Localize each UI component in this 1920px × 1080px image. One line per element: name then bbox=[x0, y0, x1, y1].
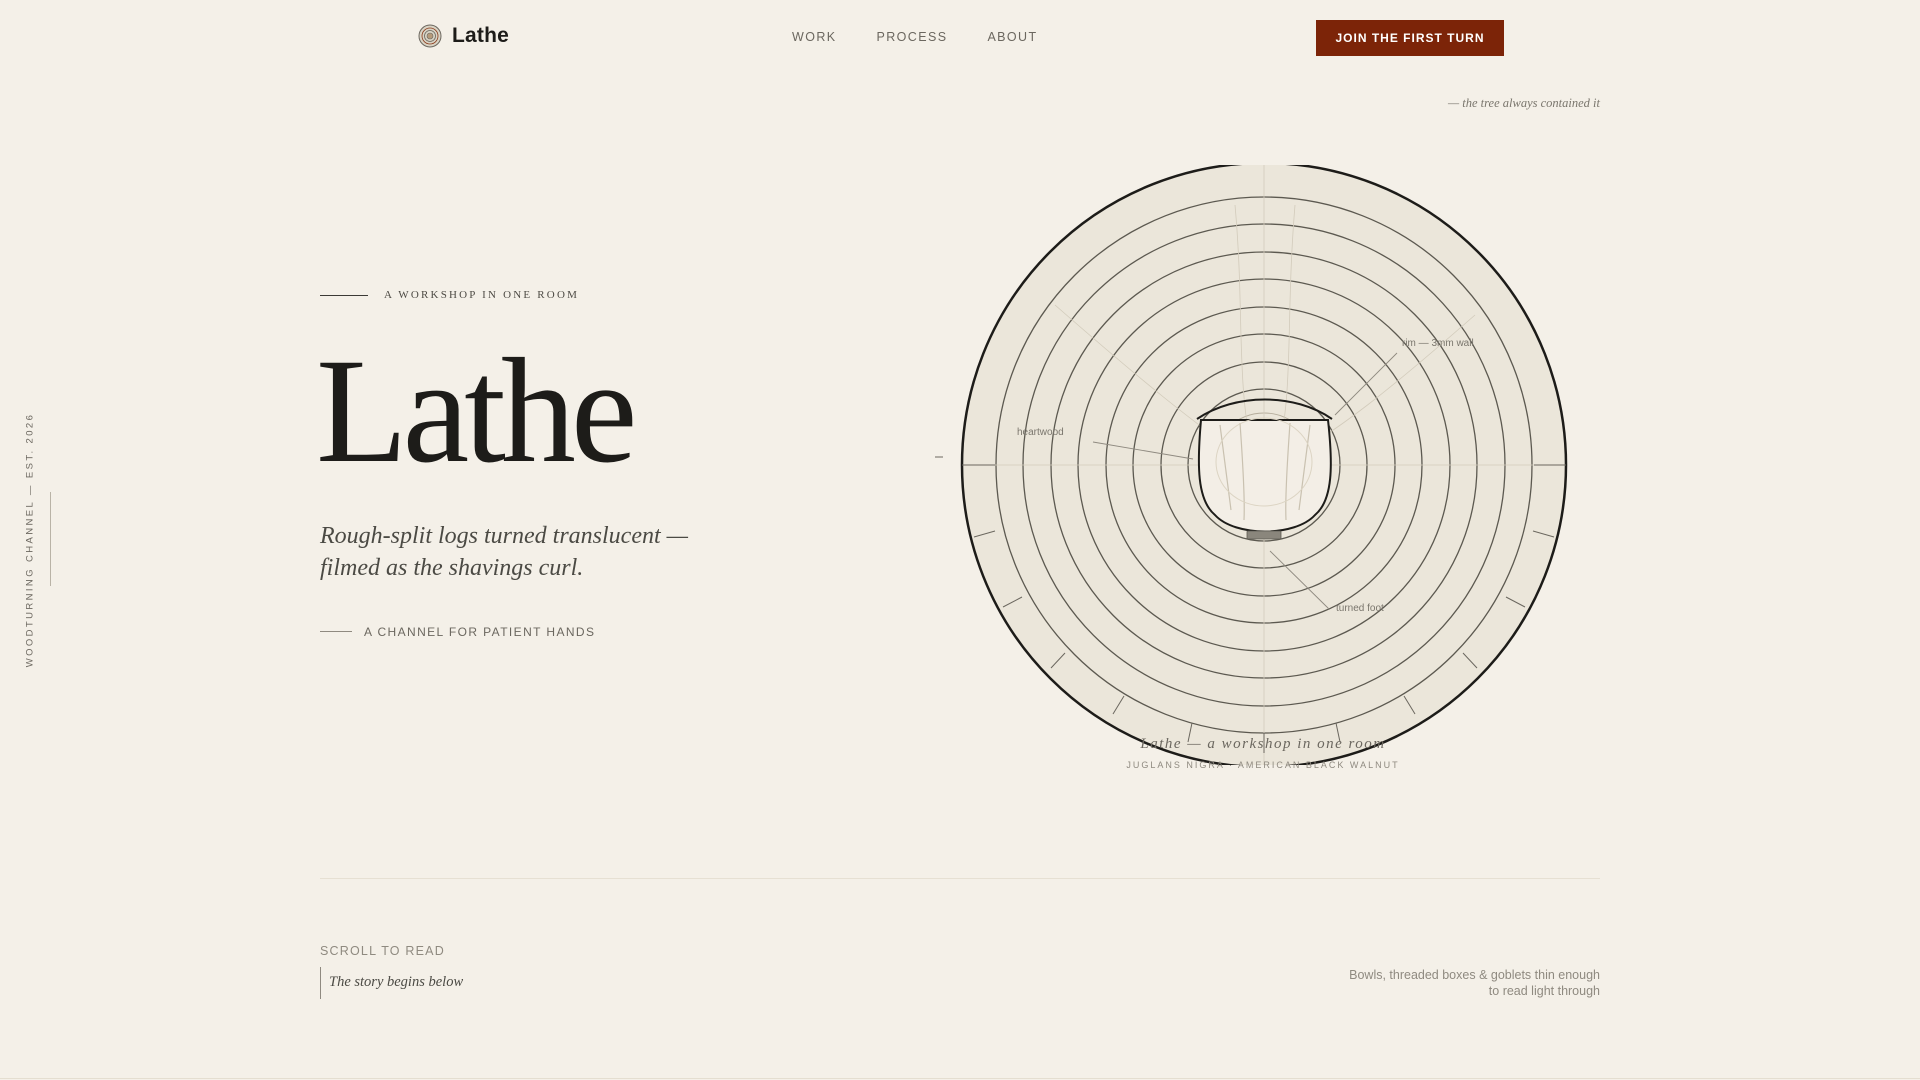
tagline-rule bbox=[320, 631, 352, 632]
section-divider bbox=[320, 878, 1600, 879]
bowl-drawing bbox=[1196, 398, 1333, 540]
bowl-foot bbox=[1246, 530, 1282, 540]
tree-ring-logo-icon bbox=[418, 24, 442, 48]
work-description-line-1: Bowls, threaded boxes & goblets thin eno… bbox=[1349, 968, 1600, 982]
hero-subtitle: Rough-split logs turned translucent — fi… bbox=[320, 520, 740, 584]
rim-label: rim — 3mm wall bbox=[1402, 338, 1474, 349]
hero-eyebrow: A WORKSHOP IN ONE ROOM bbox=[384, 289, 580, 301]
scroll-prompt: SCROLL TO READ bbox=[320, 944, 445, 958]
illustration-caption: Lathe — a workshop in one room bbox=[1140, 736, 1386, 752]
hero-title: Lathe bbox=[316, 328, 637, 494]
nav-about[interactable]: ABOUT bbox=[987, 30, 1037, 44]
hero-tagline: A CHANNEL FOR PATIENT HANDS bbox=[364, 625, 596, 639]
side-label: WOODTURNING CHANNEL — EST. 2026 bbox=[24, 412, 36, 668]
story-rule bbox=[320, 967, 321, 999]
work-description-line-2: to read light through bbox=[1488, 984, 1600, 998]
hero-subtitle-line-1: Rough-split logs turned translucent — bbox=[320, 523, 688, 549]
nav-process[interactable]: PROCESS bbox=[877, 30, 948, 44]
illustration-quote: — the tree always contained it bbox=[1448, 96, 1600, 110]
heartwood-label: heartwood bbox=[1017, 427, 1064, 438]
side-rule bbox=[50, 492, 51, 586]
join-button[interactable]: JOIN THE FIRST TURN bbox=[1316, 20, 1504, 56]
species-caption: JUGLANS NIGRA · AMERICAN BLACK WALNUT bbox=[1126, 760, 1400, 770]
foot-label: turned foot bbox=[1336, 603, 1384, 614]
tree-ring-bowl-illustration bbox=[935, 165, 1568, 765]
page-bottom-rule bbox=[0, 1078, 1920, 1079]
main-nav: WORK PROCESS ABOUT bbox=[792, 30, 1038, 44]
hero-subtitle-line-2: filmed as the shavings curl. bbox=[320, 555, 584, 581]
nav-work[interactable]: WORK bbox=[792, 30, 837, 44]
brand-logo[interactable]: Lathe bbox=[418, 24, 509, 48]
story-teaser: The story begins below bbox=[329, 974, 464, 990]
eyebrow-rule bbox=[320, 295, 368, 296]
work-description: Bowls, threaded boxes & goblets thin eno… bbox=[1300, 967, 1600, 999]
brand-name: Lathe bbox=[452, 24, 510, 47]
